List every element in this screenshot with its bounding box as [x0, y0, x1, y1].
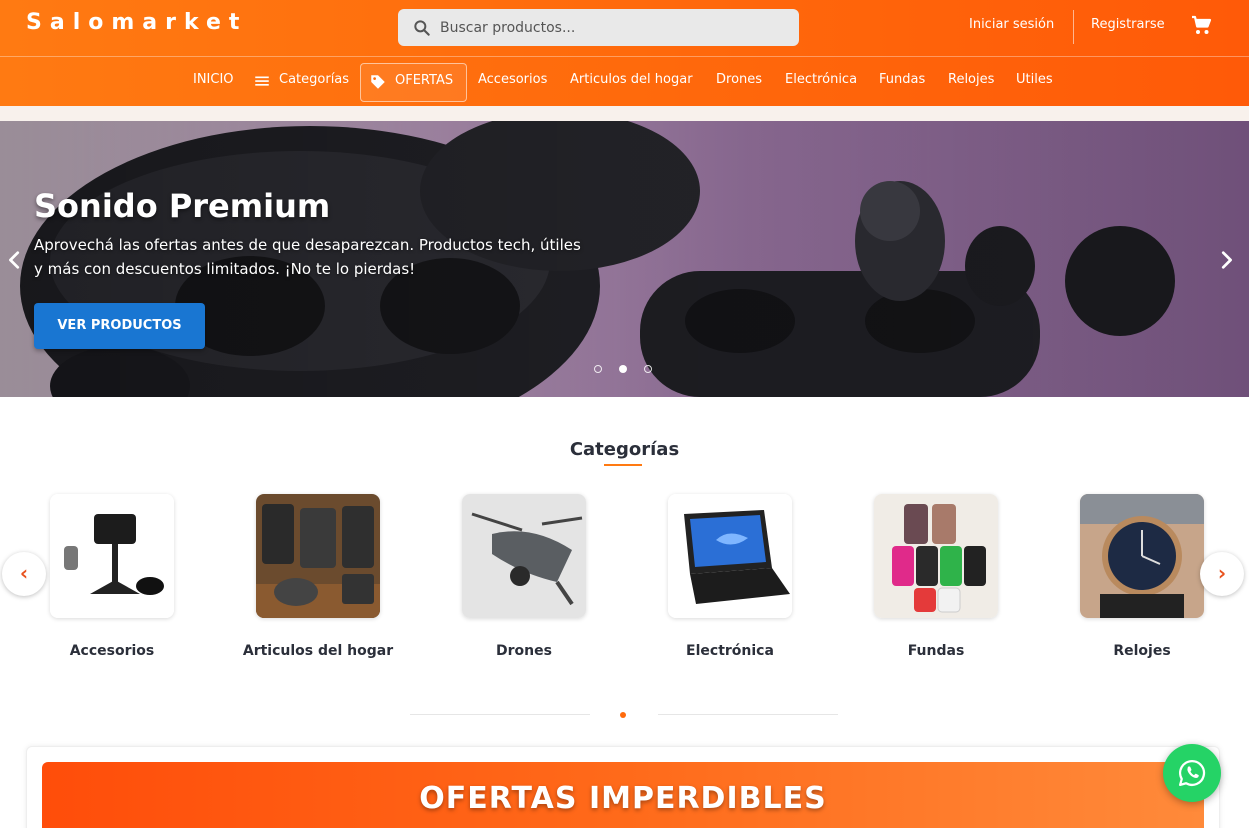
categories-heading: Categorías	[569, 439, 680, 460]
pager-dot-active[interactable]	[620, 712, 626, 718]
pager-track-left	[410, 714, 590, 715]
site-logo[interactable]: Salomarket	[26, 10, 247, 35]
search-bar[interactable]	[398, 9, 799, 46]
view-products-button[interactable]: VER PRODUCTOS	[34, 303, 205, 349]
nav-item-electronica[interactable]: Electrónica	[785, 72, 857, 87]
nav-item-accesorios[interactable]: Accesorios	[478, 72, 547, 87]
carousel-dot-2[interactable]	[619, 365, 627, 373]
login-link[interactable]: Iniciar sesión	[969, 17, 1054, 32]
category-label-articulos-del-hogar[interactable]: Articulos del hogar	[215, 643, 421, 659]
categories-prev-button[interactable]: ‹	[2, 552, 46, 596]
carousel-dot-3[interactable]	[644, 365, 652, 373]
category-label-accesorios[interactable]: Accesorios	[9, 643, 215, 659]
chevron-right-icon[interactable]	[1215, 249, 1237, 271]
category-image-drones	[462, 494, 586, 618]
nav-item-relojes[interactable]: Relojes	[948, 72, 994, 87]
category-label-fundas[interactable]: Fundas	[833, 643, 1039, 659]
header-divider	[1073, 10, 1074, 44]
pager-track-right	[658, 714, 838, 715]
offers-banner: OFERTAS IMPERDIBLES	[42, 762, 1204, 828]
hero-title: Sonido Premium	[34, 187, 331, 225]
nav-item-inicio[interactable]: INICIO	[193, 72, 234, 87]
top-bar: Salomarket Iniciar sesión Registrarse	[0, 0, 1249, 57]
offers-title: OFERTAS IMPERDIBLES	[419, 781, 827, 816]
category-label-electronica[interactable]: Electrónica	[627, 643, 833, 659]
header-spacer	[0, 106, 1249, 121]
category-label-relojes[interactable]: Relojes	[1039, 643, 1245, 659]
category-card-electronica[interactable]	[668, 494, 792, 618]
heading-underline	[604, 464, 642, 466]
category-image-accesorios	[50, 494, 174, 618]
tag-icon	[371, 75, 385, 89]
category-image-fundas	[874, 494, 998, 618]
category-label-drones[interactable]: Drones	[421, 643, 627, 659]
carousel-dot-1[interactable]	[594, 365, 602, 373]
search-input[interactable]	[440, 9, 790, 46]
category-image-articulos-del-hogar	[256, 494, 380, 618]
whatsapp-icon	[1179, 759, 1206, 786]
hero-description: Aprovechá las ofertas antes de que desap…	[34, 236, 581, 278]
category-card-relojes[interactable]	[1080, 494, 1204, 618]
whatsapp-button[interactable]	[1163, 744, 1221, 802]
nav-item-utiles[interactable]: Utiles	[1016, 72, 1053, 87]
main-nav: INICIO Categorías OFERTAS Accesorios Art…	[0, 58, 1249, 106]
carousel-dots	[592, 365, 656, 375]
category-image-electronica	[668, 494, 792, 618]
categories-pagination	[400, 712, 840, 718]
category-card-articulos-del-hogar[interactable]	[256, 494, 380, 618]
category-card-accesorios[interactable]	[50, 494, 174, 618]
hero-carousel[interactable]: Sonido Premium Aprovechá las ofertas ant…	[0, 121, 1249, 397]
search-icon[interactable]	[412, 18, 432, 38]
register-link[interactable]: Registrarse	[1091, 17, 1165, 32]
menu-icon[interactable]	[253, 72, 271, 90]
nav-item-fundas[interactable]: Fundas	[879, 72, 925, 87]
category-image-relojes	[1080, 494, 1204, 618]
chevron-left-icon[interactable]	[4, 249, 26, 271]
category-card-fundas[interactable]	[874, 494, 998, 618]
nav-item-articulos-del-hogar[interactable]: Articulos del hogar	[570, 72, 693, 87]
cart-icon[interactable]	[1189, 13, 1213, 37]
nav-item-drones[interactable]: Drones	[716, 72, 762, 87]
nav-item-ofertas[interactable]: OFERTAS	[360, 63, 467, 102]
nav-item-categorias[interactable]: Categorías	[279, 72, 349, 87]
category-card-drones[interactable]	[462, 494, 586, 618]
nav-item-ofertas-label: OFERTAS	[395, 73, 454, 88]
categories-next-button[interactable]: ›	[1200, 552, 1244, 596]
site-header: Salomarket Iniciar sesión Registrarse IN…	[0, 0, 1249, 106]
